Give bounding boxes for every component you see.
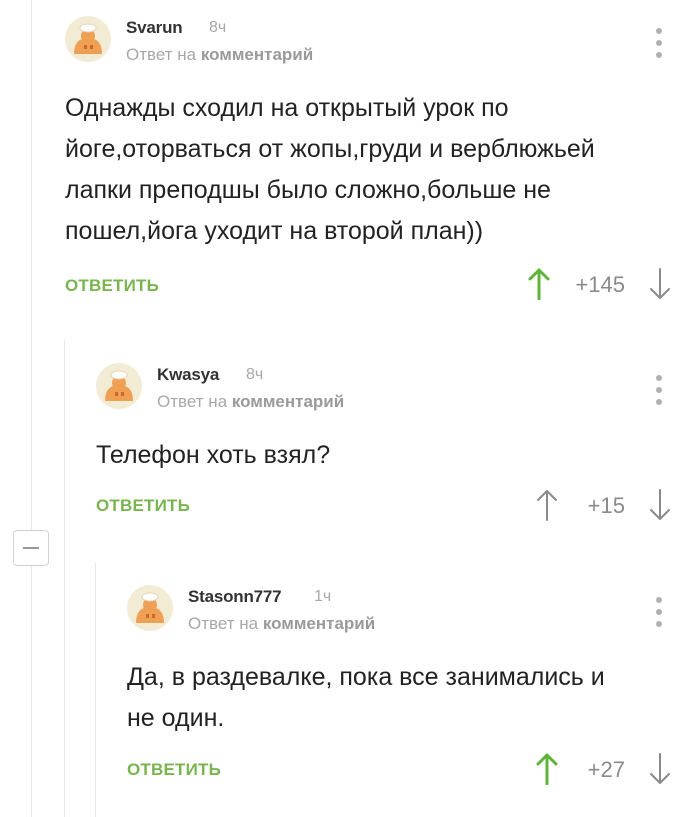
comment-text-line: не один. [127,704,225,732]
comment-text-line: Да, в раздевалке, пока все занимались и [127,663,605,691]
more-options-icon[interactable] [647,373,671,407]
default-avatar-icon[interactable] [65,16,111,62]
comment-time: 8ч [209,19,227,36]
reply-button[interactable]: ОТВЕТИТЬ [127,760,221,780]
comment-svarun: Svarun 8ч Ответ на комментарий Однажды с… [65,16,675,316]
thread-line-level-1 [31,0,32,530]
comment-text-line: лапки преподшы было сложно,больше не [65,176,551,204]
comment-time: 1ч [314,588,332,605]
upvote-arrow-icon[interactable] [535,753,559,786]
reply-to-line: Ответ на комментарий [126,45,313,65]
comment-author[interactable]: Kwasya [157,365,219,385]
thread-line-level-1-lower [31,566,32,817]
comment-text-line: Однажды сходил на открытый урок по [65,94,509,122]
upvote-arrow-icon[interactable] [527,268,551,301]
comment-time: 8ч [246,366,264,383]
downvote-arrow-icon[interactable] [648,268,672,300]
comment-text: Да, в раздевалке, пока все занимались и … [127,657,675,739]
collapse-thread-button[interactable] [13,530,49,566]
collapse-thread-icon [23,547,39,549]
reply-button[interactable]: ОТВЕТИТЬ [96,496,190,516]
reply-to-line: Ответ на комментарий [157,392,344,412]
comment-author[interactable]: Stasonn777 [188,587,282,607]
reply-parent-link[interactable]: комментарий [263,614,375,633]
downvote-arrow-icon[interactable] [648,753,672,785]
thread-line-level-3 [95,563,96,817]
reply-prefix: Ответ на [157,392,228,411]
comment-rating: +145 [575,272,625,297]
comment-text: Телефон хоть взял? [96,435,675,476]
reply-prefix: Ответ на [126,45,197,64]
reply-to-line: Ответ на комментарий [188,614,375,634]
reply-parent-link[interactable]: комментарий [232,392,344,411]
reply-parent-link[interactable]: комментарий [201,45,313,64]
comment-kwasya: Kwasya 8ч Ответ на комментарий Телефон х… [96,363,675,533]
reply-prefix: Ответ на [188,614,259,633]
comment-rating: +15 [587,493,625,518]
reply-button[interactable]: ОТВЕТИТЬ [65,276,159,296]
comment-text-line: йоге,оторваться от жопы,груди и верблюжь… [65,135,595,163]
comment-text-line: Телефон хоть взял? [96,441,331,469]
default-avatar-icon[interactable] [96,363,142,409]
upvote-arrow-icon[interactable] [535,489,559,521]
comment-text-line: пошел,йога уходит на второй план)) [65,217,484,245]
more-options-icon[interactable] [647,26,671,60]
downvote-arrow-icon[interactable] [648,489,672,521]
more-options-icon[interactable] [647,595,671,629]
comment-stasonn777: Stasonn777 1ч Ответ на комментарий Да, в… [127,585,675,805]
comment-text: Однажды сходил на открытый урок по йоге,… [65,88,675,252]
comment-author[interactable]: Svarun [126,18,183,38]
default-avatar-icon[interactable] [127,585,173,631]
comment-rating: +27 [587,757,625,782]
thread-line-level-2 [64,340,65,817]
